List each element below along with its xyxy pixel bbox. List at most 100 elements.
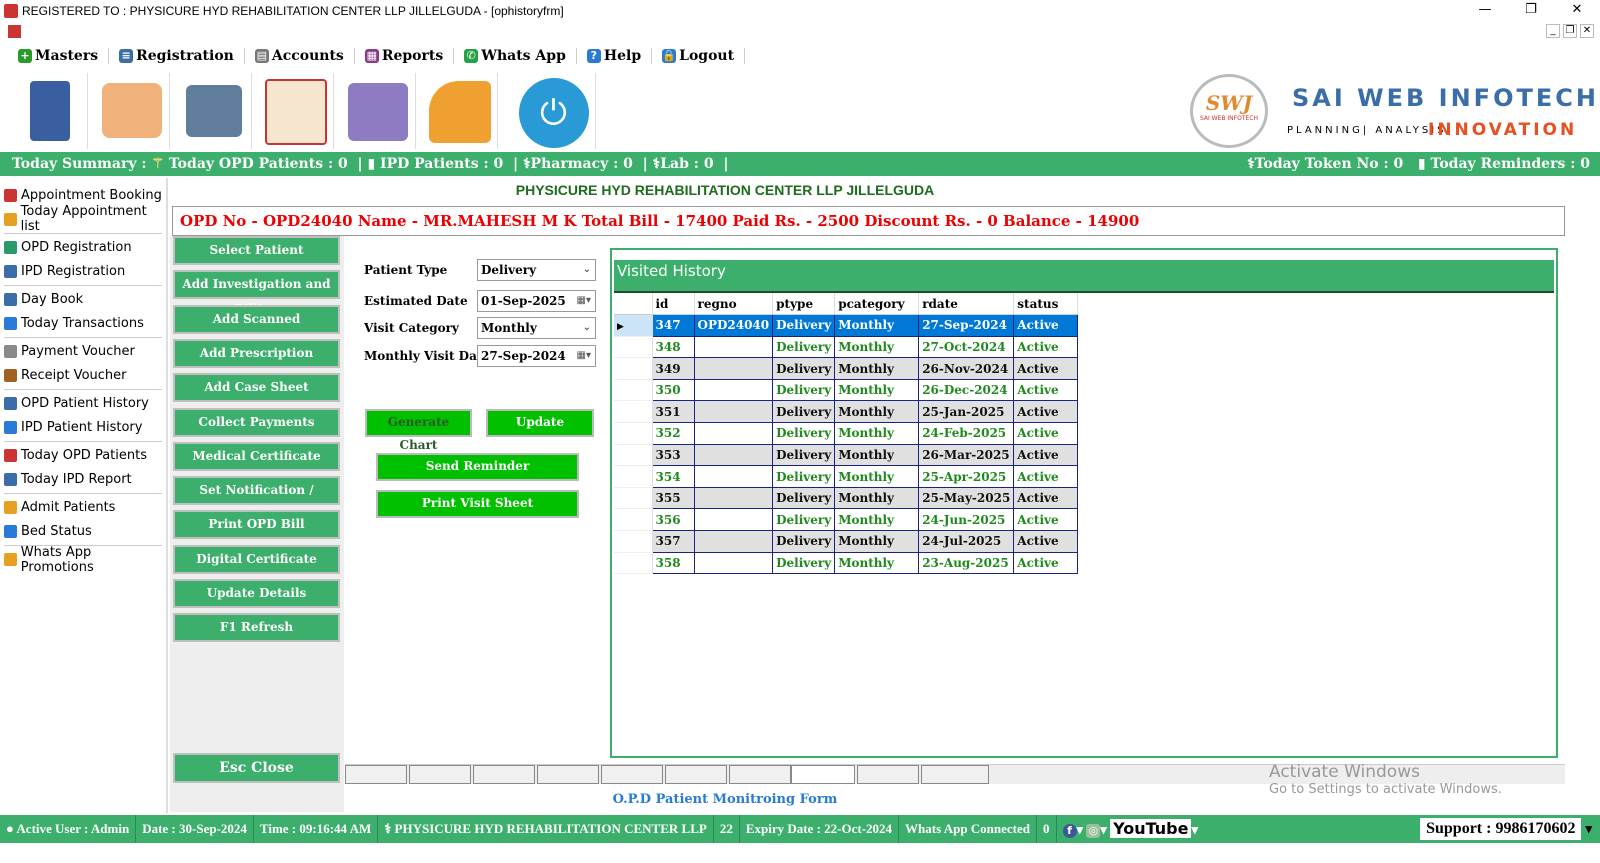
- cell-id[interactable]: 356: [652, 509, 694, 531]
- column-header-id[interactable]: id: [652, 293, 694, 315]
- sidebar-item-today-ipd-report[interactable]: Today IPD Report: [0, 468, 166, 492]
- table-row[interactable]: 354DeliveryMonthly25-Apr-2025Active: [614, 466, 1078, 488]
- cell-rdate[interactable]: 23-Aug-2025: [919, 552, 1014, 574]
- row-header[interactable]: [614, 487, 652, 509]
- cell-pcategory[interactable]: Monthly: [835, 358, 919, 380]
- tab[interactable]: [409, 765, 471, 784]
- mdi-minimize-button[interactable]: _: [1546, 24, 1560, 38]
- power-toolbar-button[interactable]: ⏻: [512, 73, 596, 149]
- cell-status[interactable]: Active: [1014, 379, 1078, 401]
- consultation-toolbar-button[interactable]: [94, 73, 170, 149]
- cell-status[interactable]: Active: [1014, 466, 1078, 488]
- tab[interactable]: [345, 765, 407, 784]
- estimated-date-picker[interactable]: 01-Sep-2025▦▾: [477, 290, 596, 312]
- cell-rdate[interactable]: 25-May-2025: [919, 487, 1014, 509]
- table-row[interactable]: 352DeliveryMonthly24-Feb-2025Active: [614, 423, 1078, 445]
- cell-status[interactable]: Active: [1014, 531, 1078, 553]
- row-header[interactable]: [614, 531, 652, 553]
- table-row[interactable]: 353DeliveryMonthly26-Mar-2025Active: [614, 444, 1078, 466]
- cell-regno[interactable]: [694, 358, 773, 380]
- cell-ptype[interactable]: Delivery: [773, 379, 835, 401]
- cell-id[interactable]: 357: [652, 531, 694, 553]
- cell-regno[interactable]: [694, 531, 773, 553]
- cell-status[interactable]: Active: [1014, 315, 1078, 337]
- cell-ptype[interactable]: Delivery: [773, 358, 835, 380]
- cell-status[interactable]: Active: [1014, 487, 1078, 509]
- row-header[interactable]: [614, 401, 652, 423]
- checklist-toolbar-button[interactable]: [258, 73, 334, 149]
- column-header-ptype[interactable]: ptype: [773, 293, 835, 315]
- sidebar-item-opd-patient-history[interactable]: OPD Patient History: [0, 392, 166, 416]
- cell-status[interactable]: Active: [1014, 336, 1078, 358]
- cell-pcategory[interactable]: Monthly: [835, 423, 919, 445]
- medical-certificate-button[interactable]: Medical Certificate: [173, 442, 340, 471]
- row-header[interactable]: [614, 466, 652, 488]
- sidebar-item-ipd-patient-history[interactable]: IPD Patient History: [0, 416, 166, 440]
- column-header-status[interactable]: status: [1014, 293, 1078, 315]
- monthly-visit-date-picker[interactable]: 27-Sep-2024▦▾: [477, 345, 596, 367]
- column-header-rdate[interactable]: rdate: [919, 293, 1014, 315]
- tab[interactable]: [857, 765, 919, 784]
- sidebar-item-opd-registration[interactable]: OPD Registration: [0, 236, 166, 260]
- cell-id[interactable]: 349: [652, 358, 694, 380]
- cell-status[interactable]: Active: [1014, 358, 1078, 380]
- cell-id[interactable]: 352: [652, 423, 694, 445]
- row-header[interactable]: [614, 336, 652, 358]
- menu-registration[interactable]: ≡Registration: [109, 48, 245, 64]
- cell-id[interactable]: 354: [652, 466, 694, 488]
- sidebar-item-day-book[interactable]: Day Book: [0, 288, 166, 312]
- menu-accounts[interactable]: ▤Accounts: [245, 48, 355, 64]
- table-row[interactable]: 358DeliveryMonthly23-Aug-2025Active: [614, 552, 1078, 574]
- cell-pcategory[interactable]: Monthly: [835, 401, 919, 423]
- table-row[interactable]: 349 DeliveryMonthly26-Nov-2024Active: [614, 358, 1078, 380]
- cell-id[interactable]: 350: [652, 379, 694, 401]
- menu-help[interactable]: ?Help: [577, 48, 652, 64]
- cell-id[interactable]: 358: [652, 552, 694, 574]
- row-header[interactable]: [614, 444, 652, 466]
- cell-pcategory[interactable]: Monthly: [835, 379, 919, 401]
- minimize-button[interactable]: —: [1462, 0, 1508, 22]
- cell-rdate[interactable]: 26-Dec-2024: [919, 379, 1014, 401]
- digital-certificate-button[interactable]: Digital Certificate: [173, 545, 340, 574]
- youtube-button[interactable]: YouTube: [1110, 819, 1191, 838]
- cell-ptype[interactable]: Delivery: [773, 509, 835, 531]
- cell-rdate[interactable]: 25-Apr-2025: [919, 466, 1014, 488]
- cell-ptype[interactable]: Delivery: [773, 401, 835, 423]
- menu-masters[interactable]: +Masters: [8, 48, 109, 64]
- cell-rdate[interactable]: 26-Nov-2024: [919, 358, 1014, 380]
- cell-regno[interactable]: [694, 552, 773, 574]
- table-row[interactable]: 355DeliveryMonthly25-May-2025Active: [614, 487, 1078, 509]
- cell-regno[interactable]: [694, 444, 773, 466]
- cell-pcategory[interactable]: Monthly: [835, 552, 919, 574]
- facebook-icon[interactable]: f: [1063, 824, 1077, 838]
- cell-regno[interactable]: [694, 336, 773, 358]
- sidebar-item-ipd-registration[interactable]: IPD Registration: [0, 260, 166, 284]
- patient-type-select[interactable]: Delivery⌄: [477, 259, 596, 281]
- tab[interactable]: [537, 765, 599, 784]
- table-row[interactable]: 356DeliveryMonthly24-Jun-2025Active: [614, 509, 1078, 531]
- table-row[interactable]: 348DeliveryMonthly27-Oct-2024Active: [614, 336, 1078, 358]
- row-header[interactable]: ▶: [614, 315, 652, 337]
- row-header[interactable]: [614, 423, 652, 445]
- cell-regno[interactable]: [694, 401, 773, 423]
- tab[interactable]: [729, 765, 791, 784]
- cell-rdate[interactable]: 24-Jul-2025: [919, 531, 1014, 553]
- menu-reports[interactable]: ▦Reports: [355, 48, 454, 64]
- update-details-button[interactable]: Update Details: [173, 579, 340, 608]
- visit-category-select[interactable]: Monthly⌄: [477, 317, 596, 339]
- row-header[interactable]: [614, 379, 652, 401]
- add-case-sheet-button[interactable]: Add Case Sheet: [173, 373, 340, 402]
- doctor-toolbar-button[interactable]: [12, 73, 88, 149]
- table-row[interactable]: ▶347OPD24040DeliveryMonthly27-Sep-2024Ac…: [614, 315, 1078, 337]
- menu-logout[interactable]: 🔒Logout: [652, 48, 745, 64]
- sidebar-item-whats-app-promotions[interactable]: Whats App Promotions: [0, 548, 166, 572]
- ipd-toolbar-button[interactable]: [340, 73, 416, 149]
- tab[interactable]: [473, 765, 535, 784]
- cell-regno[interactable]: [694, 487, 773, 509]
- row-header[interactable]: [614, 509, 652, 531]
- cell-status[interactable]: Active: [1014, 444, 1078, 466]
- cell-pcategory[interactable]: Monthly: [835, 509, 919, 531]
- close-button[interactable]: ✕: [1554, 0, 1600, 22]
- cell-id[interactable]: 355: [652, 487, 694, 509]
- cell-ptype[interactable]: Delivery: [773, 552, 835, 574]
